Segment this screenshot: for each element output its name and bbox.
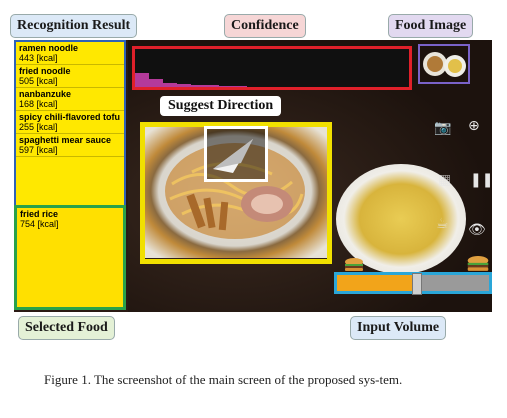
input-volume-slider[interactable]: [334, 272, 492, 295]
eye-icon[interactable]: 👁: [468, 222, 486, 238]
list-item[interactable]: fried noodle 505 [kcal]: [16, 65, 124, 88]
callout-input-volume: Input Volume: [350, 316, 447, 340]
burger-small-icon: [345, 258, 363, 271]
burger-large-icon: [467, 256, 489, 271]
food-kcal: 443 [kcal]: [19, 53, 58, 63]
list-item[interactable]: spaghetti mear sauce 597 [kcal]: [16, 134, 124, 157]
confidence-bar-segment: [219, 86, 233, 87]
food-thumbnail-image: [420, 46, 468, 82]
confidence-bar-segment: [205, 85, 219, 87]
food-name: spaghetti mear sauce: [19, 135, 112, 145]
food-name: ramen noodle: [19, 43, 79, 53]
confidence-bar-segment: [191, 85, 205, 87]
food-image-thumbnail: [418, 44, 470, 84]
cup-icon[interactable]: ☕: [436, 216, 449, 232]
food-kcal: 505 [kcal]: [19, 76, 58, 86]
direction-arrow-box: [204, 126, 268, 182]
callout-confidence: Confidence: [224, 14, 306, 38]
confidence-bar-segment: [149, 79, 163, 87]
save-icon[interactable]: ▦: [438, 172, 451, 188]
selected-food-panel: fried rice 754 [kcal]: [14, 205, 126, 310]
suggest-direction-label: Suggest Direction: [160, 96, 282, 116]
callout-recognition-result: Recognition Result: [10, 14, 138, 38]
figure-caption: Figure 1. The screenshot of the main scr…: [44, 372, 403, 387]
confidence-histogram: [132, 46, 412, 90]
food-kcal: 597 [kcal]: [19, 145, 58, 155]
camera-icon[interactable]: 📷: [434, 120, 451, 136]
list-item[interactable]: nanbanzuke 168 [kcal]: [16, 88, 124, 111]
callout-food-image: Food Image: [388, 14, 474, 38]
input-volume-fill: [337, 275, 416, 291]
selected-food-item[interactable]: fried rice 754 [kcal]: [17, 208, 123, 230]
crosshair-icon[interactable]: ⊕: [468, 118, 480, 134]
food-name: fried noodle: [19, 66, 71, 76]
list-item[interactable]: ramen noodle 443 [kcal]: [16, 42, 124, 65]
confidence-bar-segment: [135, 73, 149, 87]
food-name: nanbanzuke: [19, 89, 72, 99]
app-screen: ramen noodle 443 [kcal] fried noodle 505…: [14, 40, 492, 312]
pause-icon[interactable]: ❚❚: [470, 172, 492, 188]
confidence-bar-segment: [177, 84, 191, 87]
food-kcal: 255 [kcal]: [19, 122, 58, 132]
direction-arrow-icon: [213, 139, 253, 173]
list-item[interactable]: spicy chili-flavored tofu 255 [kcal]: [16, 111, 124, 134]
callout-selected-food: Selected Food: [18, 316, 115, 340]
food-kcal: 168 [kcal]: [19, 99, 58, 109]
food-name: spicy chili-flavored tofu: [19, 112, 121, 122]
food-name: fried rice: [20, 209, 59, 219]
food-kcal: 754 [kcal]: [20, 219, 59, 229]
camera-view[interactable]: Suggest Direction 📷 ⊕ ▦ ❚❚ ☕ 👁: [128, 40, 492, 312]
confidence-bar-segment: [233, 86, 247, 87]
input-volume-thumb[interactable]: [412, 273, 422, 295]
confidence-bar-segment: [163, 83, 177, 87]
